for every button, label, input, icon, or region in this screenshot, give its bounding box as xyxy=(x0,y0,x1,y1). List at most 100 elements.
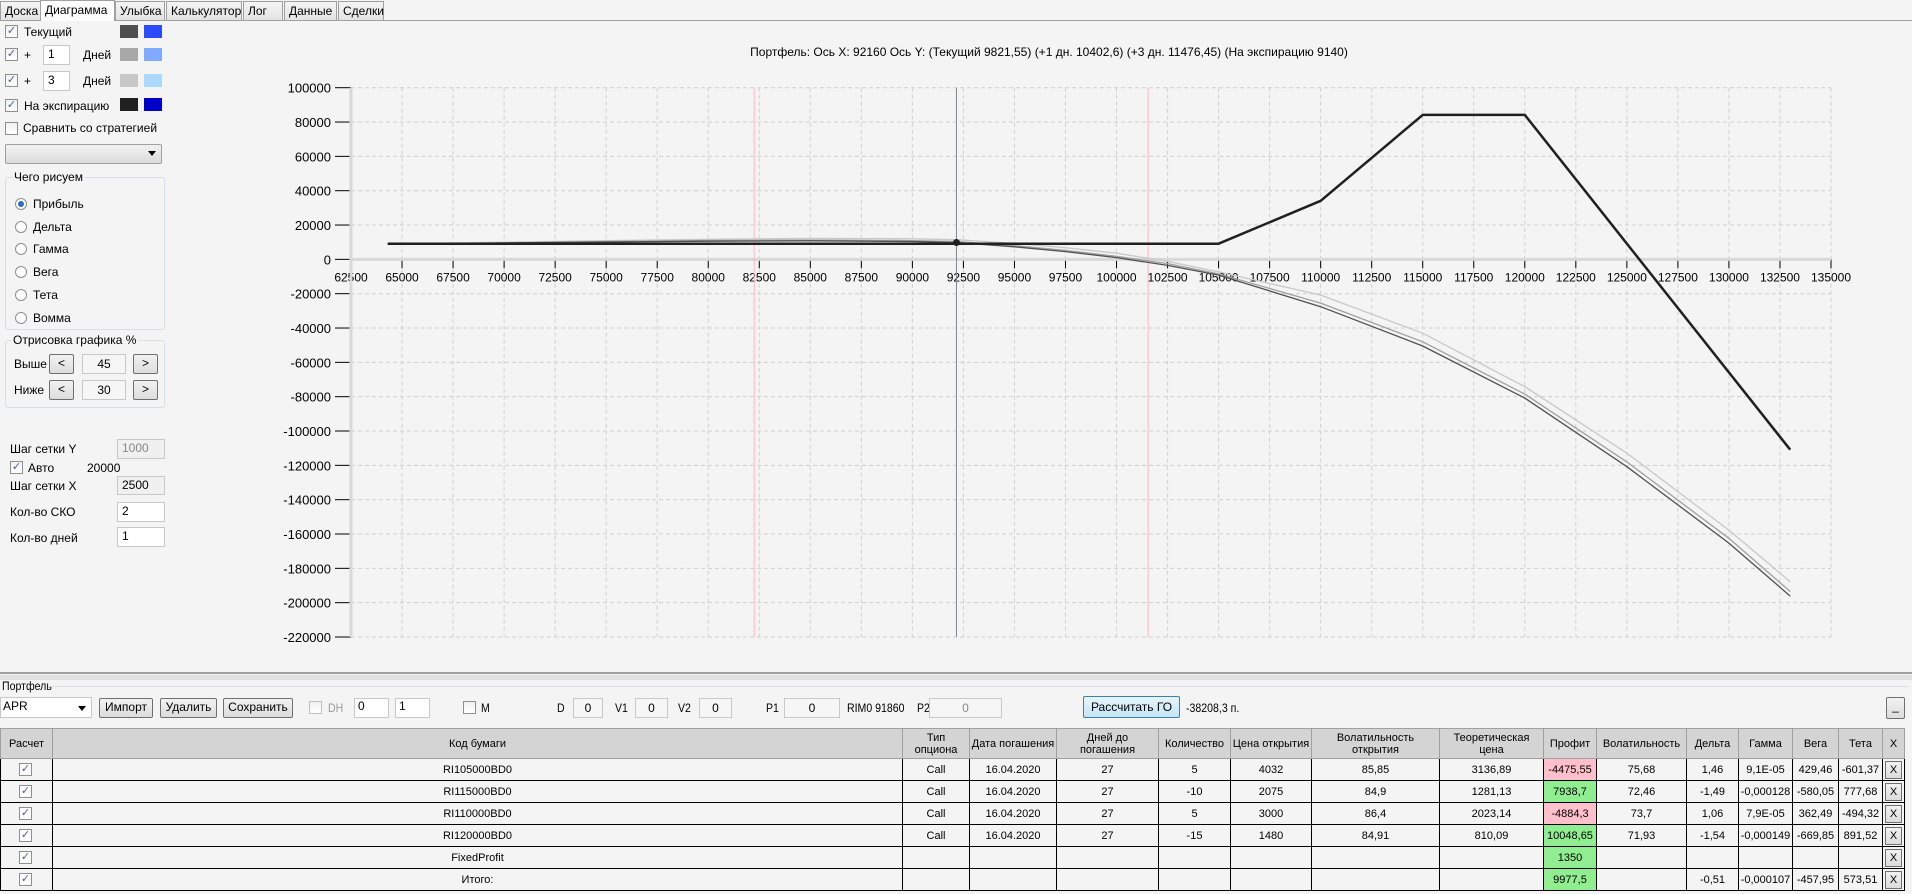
below-increase-button[interactable]: > xyxy=(133,380,158,400)
cell-вега[interactable]: 362,49 xyxy=(1792,802,1839,825)
v2-input[interactable]: 0 xyxy=(699,698,732,718)
cell-тип-опциона[interactable]: Call xyxy=(902,802,970,825)
cell-количество[interactable]: 5 xyxy=(1158,802,1231,825)
cell-тета[interactable]: 573,51 xyxy=(1838,868,1883,891)
cell-волатильность-открытия[interactable]: 85,85 xyxy=(1311,758,1440,781)
expiration-alt-color-swatch[interactable] xyxy=(144,98,162,111)
cell-дней-до-погашения[interactable]: 27 xyxy=(1056,780,1159,803)
current-checkbox[interactable]: ✓ xyxy=(5,25,18,38)
tab-1[interactable]: Диаграмма xyxy=(40,0,115,21)
grid-x-input[interactable]: 2500 xyxy=(117,476,165,495)
column-header[interactable]: Тип опциона xyxy=(902,728,970,759)
plus1-alt-color-swatch[interactable] xyxy=(144,48,162,61)
import-button[interactable]: Импорт xyxy=(99,698,153,718)
column-header[interactable]: Волатильность открытия xyxy=(1311,728,1440,759)
column-header[interactable]: Количество xyxy=(1158,728,1231,759)
tab-6[interactable]: Сделки xyxy=(338,1,384,20)
plus1-color-swatch[interactable] xyxy=(120,48,138,61)
portfolio-select[interactable]: APR xyxy=(0,697,92,718)
calc-checkbox[interactable]: ✓ xyxy=(19,807,32,820)
cell-теоретическая-цена[interactable]: 2023,14 xyxy=(1439,802,1544,825)
plus3-days-input[interactable]: 3 xyxy=(43,71,70,91)
splitter[interactable] xyxy=(0,672,1912,674)
dh-checkbox[interactable] xyxy=(309,701,322,714)
radio-5[interactable] xyxy=(15,312,27,324)
cell-тета[interactable]: -601,37 xyxy=(1838,758,1883,781)
days-count-input[interactable]: 1 xyxy=(117,527,165,547)
radio-4[interactable] xyxy=(15,289,27,301)
remove-row-button[interactable]: X xyxy=(1885,782,1902,801)
cell-дата-погашения[interactable]: 16.04.2020 xyxy=(969,824,1057,847)
cell-волатильность[interactable]: 72,46 xyxy=(1596,780,1687,803)
column-header[interactable]: Вега xyxy=(1792,728,1839,759)
cell-дельта[interactable]: -1,49 xyxy=(1686,780,1739,803)
cell-волатильность[interactable] xyxy=(1596,868,1687,891)
column-header[interactable]: Дата погашения xyxy=(969,728,1057,759)
sko-input[interactable]: 2 xyxy=(117,502,165,522)
cell-дельта[interactable]: 1,06 xyxy=(1686,802,1739,825)
cell-волатильность[interactable]: 73,7 xyxy=(1596,802,1687,825)
cell-тета[interactable]: 777,68 xyxy=(1838,780,1883,803)
plus1-checkbox[interactable]: ✓ xyxy=(5,48,18,61)
column-header[interactable]: Расчет xyxy=(0,728,53,759)
cell-профит[interactable]: -4884,3 xyxy=(1543,802,1597,825)
p1-input[interactable]: 0 xyxy=(784,698,840,718)
cell-код-бумаги[interactable]: RI120000BD0 xyxy=(52,824,903,847)
cell-гамма[interactable]: 9,1E-05 xyxy=(1738,758,1793,781)
cell-вега[interactable]: -580,05 xyxy=(1792,780,1839,803)
cell-гамма[interactable]: 7,9E-05 xyxy=(1738,802,1793,825)
cell-волатильность[interactable]: 75,68 xyxy=(1596,758,1687,781)
cell-цена-открытия[interactable]: 1480 xyxy=(1230,824,1312,847)
cell-вега[interactable]: -669,85 xyxy=(1792,824,1839,847)
cell-количество[interactable]: -10 xyxy=(1158,780,1231,803)
cell-дней-до-погашения[interactable] xyxy=(1056,846,1159,869)
column-header[interactable]: Цена открытия xyxy=(1230,728,1312,759)
delete-button[interactable]: Удалить xyxy=(160,698,217,718)
save-button[interactable]: Сохранить xyxy=(223,698,293,718)
tab-2[interactable]: Улыбка xyxy=(115,1,165,20)
cell-количество[interactable]: -15 xyxy=(1158,824,1231,847)
cell-вега[interactable] xyxy=(1792,846,1839,869)
cell-дельта[interactable] xyxy=(1686,846,1739,869)
cell-волатильность-открытия[interactable]: 84,9 xyxy=(1311,780,1440,803)
tab-0[interactable]: Доска xyxy=(0,1,41,20)
plus3-checkbox[interactable]: ✓ xyxy=(5,74,18,87)
grid-y-input[interactable]: 1000 xyxy=(117,439,165,459)
tab-5[interactable]: Данные xyxy=(284,1,337,20)
tab-3[interactable]: Калькулятор xyxy=(166,1,242,20)
cell-код-бумаги[interactable]: RI105000BD0 xyxy=(52,758,903,781)
cell-цена-открытия[interactable]: 3000 xyxy=(1230,802,1312,825)
cell-дней-до-погашения[interactable]: 27 xyxy=(1056,824,1159,847)
cell-вега[interactable]: -457,95 xyxy=(1792,868,1839,891)
cell-тета[interactable]: 891,52 xyxy=(1838,824,1883,847)
plus3-color-swatch[interactable] xyxy=(120,74,138,87)
cell-теоретическая-цена[interactable] xyxy=(1439,868,1544,891)
cell-дельта[interactable]: 1,46 xyxy=(1686,758,1739,781)
expiration-checkbox[interactable]: ✓ xyxy=(5,99,18,112)
dh-spin-1[interactable]: 0 xyxy=(354,698,389,718)
column-header[interactable]: Профит xyxy=(1543,728,1597,759)
compare-checkbox[interactable] xyxy=(5,122,18,135)
cell-тип-опциона[interactable]: Call xyxy=(902,780,970,803)
remove-row-button[interactable]: X xyxy=(1885,826,1902,845)
cell-тета[interactable]: -494,32 xyxy=(1838,802,1883,825)
radio-0[interactable] xyxy=(15,198,27,210)
cell-код-бумаги[interactable]: RI115000BD0 xyxy=(52,780,903,803)
calc-checkbox[interactable]: ✓ xyxy=(19,829,32,842)
radio-3[interactable] xyxy=(15,266,27,278)
above-decrease-button[interactable]: < xyxy=(49,354,74,374)
column-header[interactable]: Тета xyxy=(1838,728,1883,759)
cell-код-бумаги[interactable]: Итого: xyxy=(52,868,903,891)
above-increase-button[interactable]: > xyxy=(133,354,158,374)
calc-checkbox[interactable]: ✓ xyxy=(19,763,32,776)
cell-профит[interactable]: -4475,55 xyxy=(1543,758,1597,781)
below-decrease-button[interactable]: < xyxy=(49,380,74,400)
cell-дата-погашения[interactable]: 16.04.2020 xyxy=(969,758,1057,781)
cell-тип-опциона[interactable] xyxy=(902,868,970,891)
radio-2[interactable] xyxy=(15,243,27,255)
current-alt-color-swatch[interactable] xyxy=(144,25,162,38)
calc-checkbox[interactable]: ✓ xyxy=(19,785,32,798)
plus1-days-input[interactable]: 1 xyxy=(43,45,70,65)
cell-тип-опциона[interactable] xyxy=(902,846,970,869)
strategy-select[interactable] xyxy=(5,144,162,164)
